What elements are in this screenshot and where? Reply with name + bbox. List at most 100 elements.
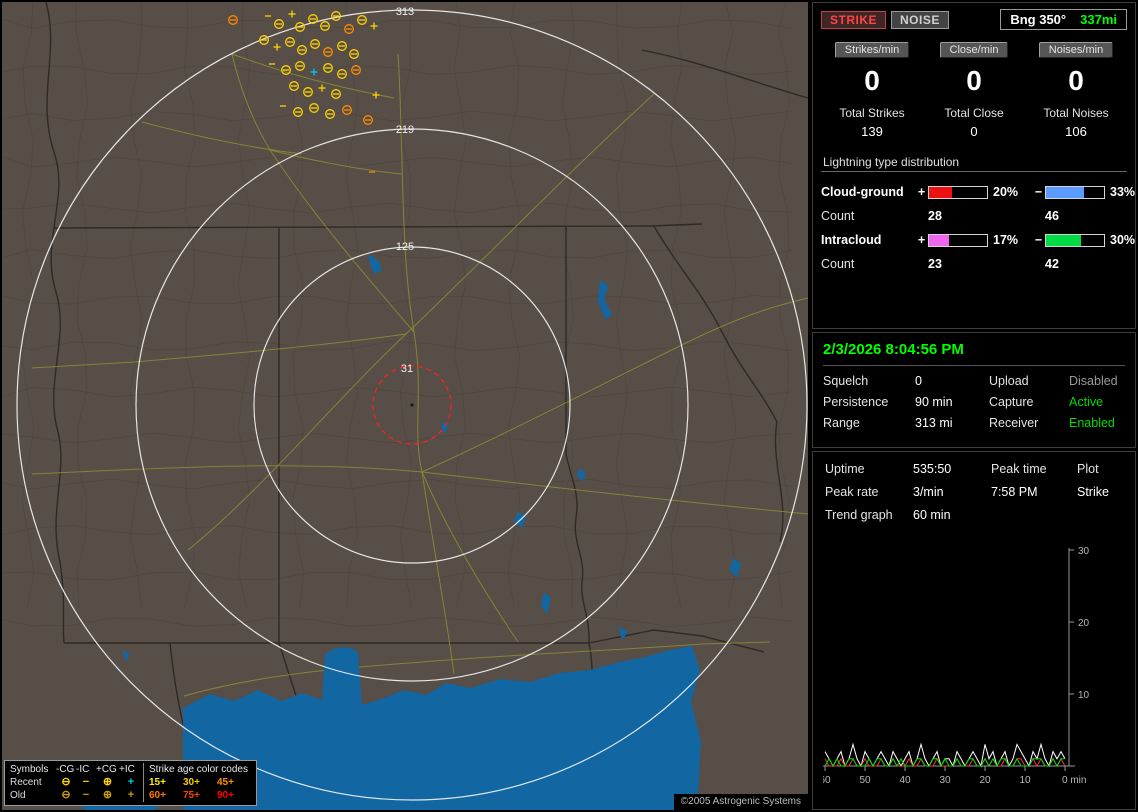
status-panel: 2/3/2026 8:04:56 PM Squelch 0 Upload Dis… [812, 332, 1136, 448]
cg-count-label: Count [821, 209, 855, 223]
uptime-value: 535:50 [913, 462, 952, 476]
strikes-per-min-value: 0 [864, 65, 880, 96]
map-legend: Symbols -CG -IC +CG +IC Strike age color… [4, 760, 257, 806]
legend-col-nic: -IC [76, 764, 90, 775]
cloud-ground-count-row: Count 28 46 [821, 204, 1127, 228]
trend-series [824, 742, 1066, 768]
copyright-notice: ©2005 Astrogenic Systems [673, 794, 808, 810]
status-grid: Squelch 0 Upload Disabled Persistence 90… [823, 374, 1125, 430]
svg-text:219: 219 [396, 124, 414, 136]
cg-minus-pct: 33% [1110, 185, 1136, 199]
state-borders [45, 2, 808, 745]
legend-symbols-header: Symbols [10, 764, 49, 775]
receiver-status: Enabled [1069, 416, 1115, 430]
intracloud-row: Intracloud + 17% − 30% [821, 228, 1135, 252]
legend-col-ncg: -CG [56, 764, 75, 775]
strikes-per-min-button[interactable]: Strikes/min [834, 42, 910, 58]
total-strikes-label: Total Strikes [839, 106, 905, 120]
svg-text:10: 10 [1078, 690, 1090, 701]
svg-text:0 min: 0 min [1062, 775, 1086, 786]
distribution-title: Lightning type distribution [823, 155, 960, 169]
cg-minus-count: 46 [1045, 209, 1059, 223]
svg-text:20: 20 [979, 775, 991, 786]
persistence-label: Persistence [823, 395, 889, 409]
uptime-label: Uptime [825, 462, 865, 476]
range-label: Range [823, 416, 860, 430]
total-close-label: Total Close [944, 106, 1004, 120]
legend-age-header: Strike age color codes [143, 763, 251, 776]
noise-mode-button[interactable]: NOISE [891, 10, 949, 29]
ic-minus-pct: 30% [1110, 233, 1136, 247]
map-canvas[interactable]: 313 219 125 31 [2, 2, 808, 810]
receiver-label: Receiver [989, 416, 1039, 430]
age-75: 75+ [183, 790, 200, 801]
noises-per-min-column: Noises/min 0 Total Noises 106 [1025, 40, 1127, 139]
bearing-value: Bng 350° [1010, 12, 1067, 27]
peak-rate-label: Peak rate [825, 485, 879, 499]
svg-text:20: 20 [1078, 618, 1090, 629]
legend-old-label: Old [10, 790, 26, 801]
pos-ic-recent-icon: + [127, 776, 135, 788]
trend-graph-value: 60 min [913, 508, 951, 522]
neg-cg-old-icon: ⊖ [61, 789, 71, 801]
datetime-readout: 2/3/2026 8:04:56 PM [823, 337, 1125, 366]
county-boundaries [2, 2, 793, 628]
roads [31, 53, 808, 697]
lightning-map[interactable]: 313 219 125 31 Symbols -CG -IC +CG +IC Stri… [2, 2, 808, 810]
peak-time-value: 7:58 PM [991, 485, 1038, 499]
bearing-readout: Bng 350° 337mi [1000, 9, 1127, 30]
noises-per-min-button[interactable]: Noises/min [1038, 42, 1114, 58]
svg-text:50: 50 [859, 775, 871, 786]
total-noises-label: Total Noises [1043, 106, 1109, 120]
svg-text:31: 31 [401, 363, 413, 375]
pos-cg-old-icon: ⊕ [102, 789, 113, 801]
app-window: 313 219 125 31 Symbols -CG -IC +CG +IC Stri… [0, 0, 1138, 812]
strike-mode-button[interactable]: STRIKE [821, 10, 887, 29]
peak-rate-value: 3/min [913, 485, 944, 499]
neg-cg-recent-icon: ⊖ [61, 776, 71, 788]
cloud-ground-row: Cloud-ground + 20% − 33% [821, 180, 1135, 204]
peak-time-label: Peak time [991, 462, 1047, 476]
ic-minus-count: 42 [1045, 257, 1059, 271]
neg-ic-recent-icon: − [82, 776, 90, 788]
total-noises-value: 106 [1065, 124, 1087, 139]
trend-panel: Uptime 535:50 Peak time Plot Peak rate 3… [812, 451, 1136, 810]
pos-cg-recent-icon: ⊕ [102, 776, 113, 788]
intracloud-label: Intracloud [821, 233, 882, 247]
mode-toggle-row: STRIKE NOISE Bng 350° 337mi [821, 9, 1127, 30]
persistence-value: 90 min [915, 395, 953, 409]
upload-status: Disabled [1069, 374, 1118, 388]
squelch-value: 0 [915, 374, 922, 388]
age-90: 90+ [217, 790, 234, 801]
svg-text:10: 10 [1019, 775, 1031, 786]
close-per-min-button[interactable]: Close/min [939, 42, 1009, 58]
svg-text:30: 30 [1078, 546, 1090, 557]
minus-sign: − [1034, 185, 1043, 199]
trend-graph: 30 20 10 60 50 40 30 20 10 0 min [819, 546, 1090, 786]
svg-text:40: 40 [899, 775, 911, 786]
cg-plus-count: 28 [928, 209, 942, 223]
cloud-ground-label: Cloud-ground [821, 185, 904, 199]
svg-text:125: 125 [396, 241, 414, 253]
age-15: 15+ [143, 776, 183, 789]
plus-sign: + [917, 233, 926, 247]
legend-col-pic: +IC [119, 764, 135, 775]
legend-col-pcg: +CG [96, 764, 117, 775]
cg-plus-bar [928, 185, 988, 199]
range-value: 313 mi [915, 416, 953, 430]
svg-text:30: 30 [939, 775, 951, 786]
ic-plus-count: 23 [928, 257, 942, 271]
minus-sign: − [1034, 233, 1043, 247]
cg-plus-pct: 20% [993, 185, 1019, 199]
neg-ic-old-icon: − [82, 789, 90, 801]
legend-recent-label: Recent [10, 777, 42, 788]
counters-panel: STRIKE NOISE Bng 350° 337mi Strikes/min … [812, 2, 1136, 329]
trend-axes: 30 20 10 60 50 40 30 20 10 0 min [819, 546, 1090, 786]
close-per-min-column: Close/min 0 Total Close 0 [923, 40, 1025, 139]
strikes-per-min-column: Strikes/min 0 Total Strikes 139 [821, 40, 923, 139]
ic-minus-bar [1045, 233, 1105, 247]
ic-count-label: Count [821, 257, 855, 271]
trend-graph-label: Trend graph [825, 508, 893, 522]
upload-label: Upload [989, 374, 1029, 388]
ic-plus-pct: 17% [993, 233, 1019, 247]
